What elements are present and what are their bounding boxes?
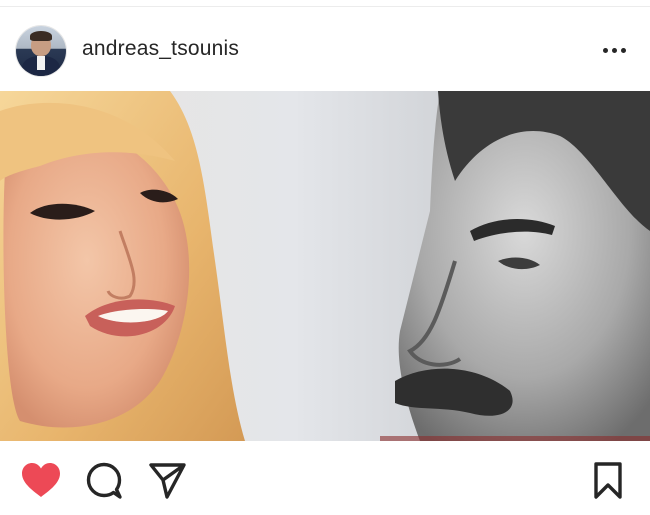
comment-icon xyxy=(86,462,122,499)
share-button[interactable] xyxy=(145,459,189,503)
username-link[interactable]: andreas_tsounis xyxy=(82,37,239,61)
user-avatar[interactable] xyxy=(16,26,66,76)
bookmark-icon xyxy=(594,462,622,499)
send-icon xyxy=(149,463,186,499)
more-options-icon xyxy=(603,48,608,53)
comment-button[interactable] xyxy=(82,459,126,503)
save-button[interactable] xyxy=(586,459,630,503)
post-actions-bar xyxy=(0,441,650,515)
more-options-button[interactable] xyxy=(600,45,630,57)
like-button[interactable] xyxy=(19,459,63,503)
post-header: andreas_tsounis xyxy=(0,7,650,91)
post-image[interactable] xyxy=(0,91,650,441)
heart-filled-icon xyxy=(22,463,60,497)
instagram-post: andreas_tsounis xyxy=(0,0,650,515)
